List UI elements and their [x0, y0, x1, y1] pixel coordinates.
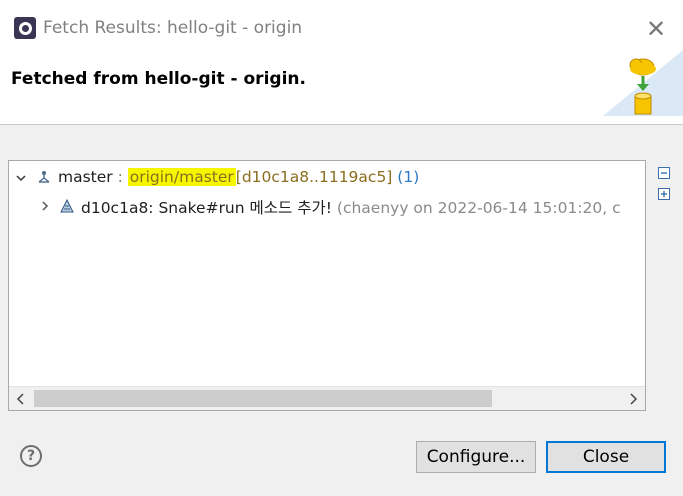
commit-meta: (chaenyy on 2022-06-14 15:01:20, c: [336, 199, 621, 217]
branch-name: master: [58, 168, 113, 186]
configure-button[interactable]: Configure...: [416, 441, 536, 473]
fetch-results-tree[interactable]: master : origin/master [d10c1a8..1119ac5]…: [8, 160, 646, 411]
help-icon[interactable]: ?: [20, 445, 42, 467]
expand-all-icon[interactable]: [657, 187, 671, 201]
branch-icon: [38, 171, 50, 183]
tree-row-ref[interactable]: master : origin/master [d10c1a8..1119ac5]…: [9, 166, 645, 190]
chevron-down-icon[interactable]: [14, 171, 28, 185]
scroll-right-icon[interactable]: [623, 389, 643, 409]
commit-summary: d10c1a8: Snake#run 메소드 추가!: [81, 199, 332, 217]
eclipse-icon: [14, 17, 36, 39]
tree-row-commit[interactable]: d10c1a8: Snake#run 메소드 추가! (chaenyy on 2…: [9, 194, 645, 218]
commit-count: (1): [397, 168, 420, 186]
collapse-all-icon[interactable]: [657, 166, 671, 180]
fetch-cloud-database-icon: [603, 50, 683, 116]
scroll-left-icon[interactable]: [11, 389, 31, 409]
close-icon[interactable]: ✕: [644, 17, 668, 41]
commit-row-label: d10c1a8: Snake#run 메소드 추가! (chaenyy on 2…: [81, 196, 621, 218]
chevron-right-icon[interactable]: [38, 199, 52, 213]
commit-range: [d10c1a8..1119ac5]: [235, 168, 393, 186]
remote-ref: origin/master: [127, 168, 236, 186]
horizontal-scrollbar[interactable]: [9, 386, 645, 410]
close-button[interactable]: Close: [546, 441, 666, 473]
banner-heading: Fetched from hello-git - origin.: [11, 69, 306, 89]
ref-row-label: master : origin/master [d10c1a8..1119ac5]…: [58, 168, 419, 186]
ref-separator: :: [112, 168, 128, 186]
window-title: Fetch Results: hello-git - origin: [43, 18, 303, 38]
commit-icon: [60, 198, 74, 213]
dialog-banner: Fetched from hello-git - origin.: [0, 58, 683, 125]
scroll-thumb[interactable]: [34, 390, 492, 407]
title-bar: Fetch Results: hello-git - origin ✕: [0, 0, 683, 58]
